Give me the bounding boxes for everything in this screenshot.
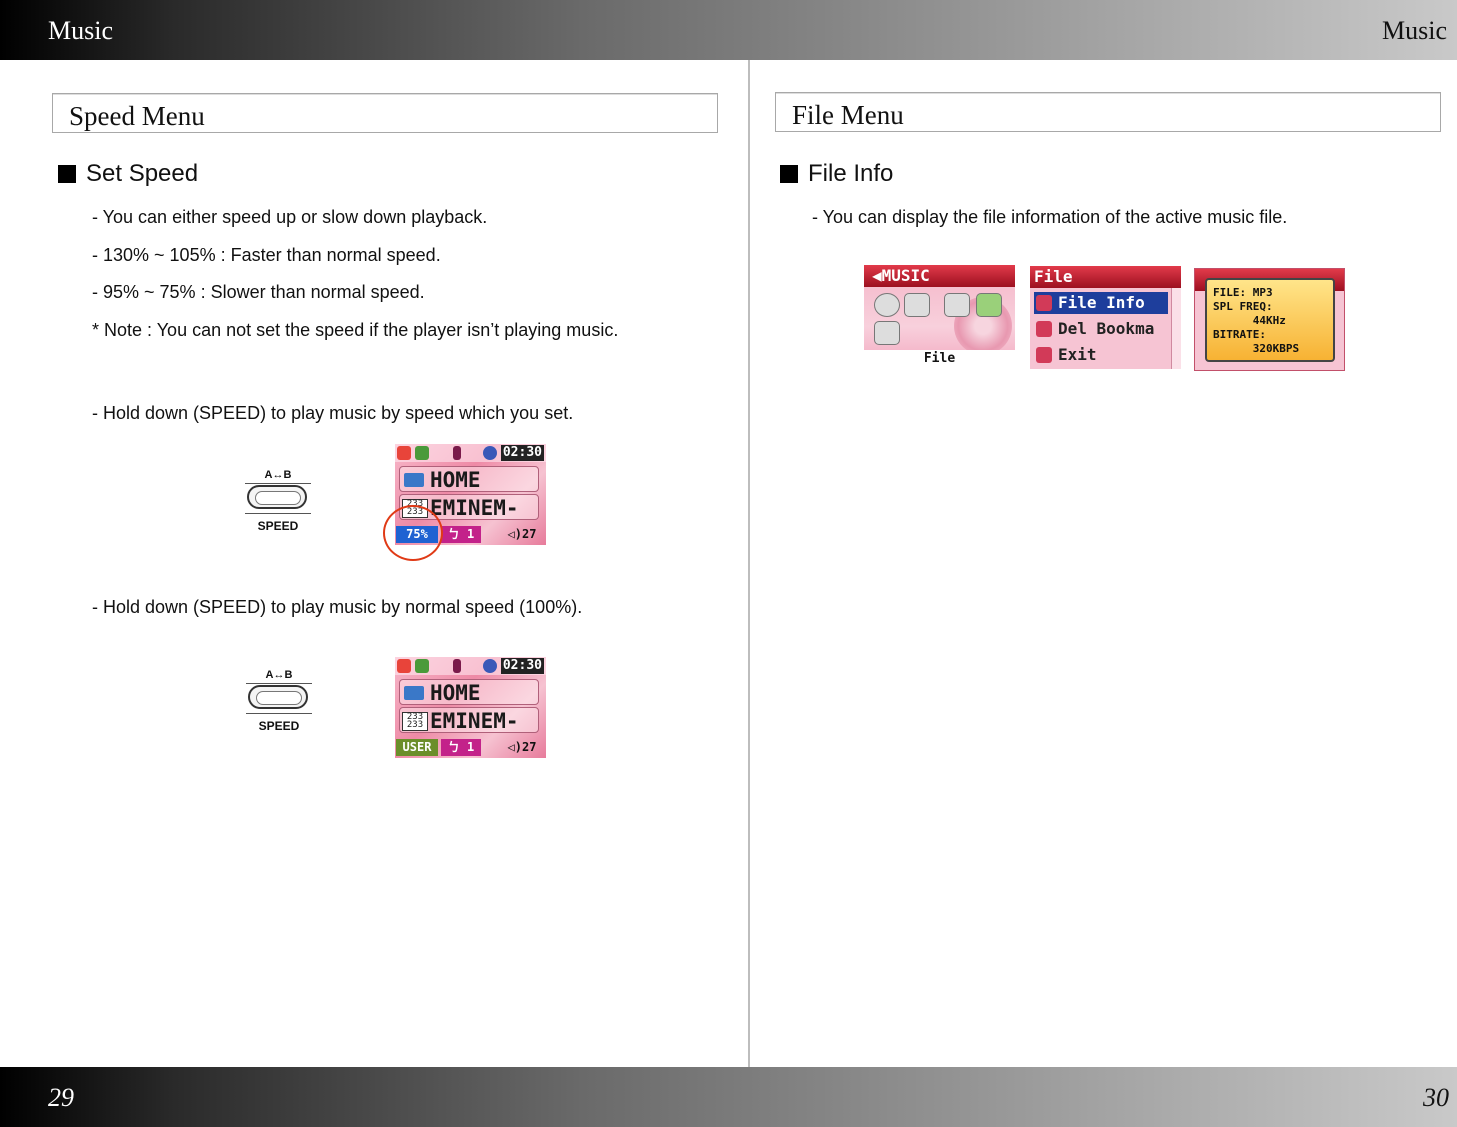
black-square-bullet-icon bbox=[58, 165, 76, 183]
menu-item-del-bookmark: Del Bookma bbox=[1034, 318, 1168, 340]
speed-line-3: - 95% ~ 75% : Slower than normal speed. bbox=[92, 282, 425, 302]
file-icon bbox=[976, 293, 1002, 317]
page-divider bbox=[748, 60, 750, 1067]
repeat-indicator: ㄅ 1 bbox=[441, 739, 481, 756]
exit-icon bbox=[874, 321, 900, 345]
battery-icon bbox=[415, 659, 429, 673]
speed-note: * Note : You can not set the speed if th… bbox=[92, 320, 619, 340]
hold-speed-normal-text: - Hold down (SPEED) to play music by nor… bbox=[92, 597, 583, 617]
disc-icon bbox=[874, 293, 900, 317]
player-screen-normal: 02:30 HOME 233 233 EMINEM- USER ㄅ 1 ◁)27 bbox=[395, 657, 546, 758]
ab-label: A↔B bbox=[265, 669, 293, 681]
bottom-footer-bar bbox=[0, 1067, 1457, 1127]
folder-name: HOME bbox=[430, 468, 481, 492]
button-rule bbox=[245, 513, 311, 514]
music-menu-screen: ◀MUSIC File bbox=[864, 265, 1015, 368]
button-rule bbox=[246, 683, 312, 684]
speed-label: SPEED bbox=[258, 719, 300, 733]
popup-line-bitrate-label: BITRATE: bbox=[1213, 328, 1266, 341]
speed-line-1: - You can either speed up or slow down p… bbox=[92, 207, 488, 227]
settings-icon bbox=[944, 293, 970, 317]
repeat-indicator: ㄅ 1 bbox=[441, 526, 481, 543]
popup-line-file: FILE: MP3 bbox=[1213, 286, 1273, 299]
music-icon bbox=[397, 659, 411, 673]
disc-icon bbox=[483, 446, 497, 460]
menu-scrollbar bbox=[1171, 288, 1181, 369]
file-menu-section-title: File Menu bbox=[775, 92, 1441, 132]
menu-item-exit: Exit bbox=[1034, 344, 1168, 366]
speed-button-illustration-2: A↔B SPEED bbox=[243, 669, 315, 739]
music-menu-footer: File bbox=[864, 350, 1015, 368]
track-row: 233 233 EMINEM- bbox=[399, 707, 539, 733]
button-rule bbox=[246, 713, 312, 714]
popup-line-freq-value: 44KHz bbox=[1213, 314, 1286, 327]
page-number-left: 29 bbox=[48, 1083, 74, 1112]
top-header-bar: Music Music bbox=[0, 0, 1457, 60]
folder-icon bbox=[404, 686, 424, 700]
speed-line-2: - 130% ~ 105% : Faster than normal speed… bbox=[92, 245, 441, 265]
folder-row: HOME bbox=[399, 679, 539, 705]
speed-menu-section-title: Speed Menu bbox=[52, 93, 718, 133]
music-menu-title: ◀MUSIC bbox=[864, 265, 1015, 287]
hold-speed-set-text: - Hold down (SPEED) to play music by spe… bbox=[92, 403, 574, 423]
popup-line-freq-label: SPL FREQ: bbox=[1213, 300, 1273, 313]
folder-row: HOME bbox=[399, 466, 539, 492]
folder-name: HOME bbox=[430, 681, 481, 705]
header-right-title: Music bbox=[1382, 16, 1447, 45]
file-info-heading-text: File Info bbox=[808, 160, 894, 187]
file-menu-title: File bbox=[1030, 266, 1181, 288]
monitor-icon bbox=[904, 293, 930, 317]
highlight-circle bbox=[383, 505, 443, 561]
volume-indicator: ◁)27 bbox=[507, 740, 537, 754]
disc-icon bbox=[483, 659, 497, 673]
file-menu-screen: File File Info Del Bookma Exit bbox=[1030, 266, 1181, 369]
file-info-screen: FILE: MP3 SPL FREQ: 44KHz BITRATE: 320KB… bbox=[1194, 268, 1345, 371]
header-left-title: Music bbox=[48, 16, 113, 45]
popup-line-bitrate-value: 320KBPS bbox=[1213, 342, 1300, 355]
set-speed-heading: Set Speed bbox=[58, 160, 198, 188]
menu-item-file-info: File Info bbox=[1034, 292, 1168, 314]
button-rule bbox=[245, 483, 311, 484]
set-speed-heading-text: Set Speed bbox=[86, 160, 199, 187]
play-icon bbox=[453, 446, 461, 460]
speed-button-illustration-1: A↔B SPEED bbox=[242, 469, 314, 539]
file-info-heading: File Info bbox=[780, 160, 893, 188]
track-number-icon: 233 233 bbox=[402, 712, 428, 731]
black-square-bullet-icon bbox=[780, 165, 798, 183]
file-info-popup: FILE: MP3 SPL FREQ: 44KHz BITRATE: 320KB… bbox=[1205, 278, 1335, 362]
speed-button-icon bbox=[247, 485, 307, 509]
music-icon bbox=[397, 446, 411, 460]
elapsed-time: 02:30 bbox=[500, 658, 544, 674]
elapsed-time: 02:30 bbox=[500, 445, 544, 461]
file-info-line: - You can display the file information o… bbox=[812, 207, 1288, 227]
battery-icon bbox=[415, 446, 429, 460]
speed-button-icon bbox=[248, 685, 308, 709]
track-name: EMINEM- bbox=[430, 709, 519, 733]
speed-label: SPEED bbox=[257, 519, 299, 533]
folder-icon bbox=[404, 473, 424, 487]
ab-label: A↔B bbox=[264, 469, 292, 481]
eq-indicator: USER bbox=[396, 739, 438, 756]
volume-indicator: ◁)27 bbox=[507, 527, 537, 541]
page-number-right: 30 bbox=[1423, 1083, 1449, 1112]
play-icon bbox=[453, 659, 461, 673]
track-name: EMINEM- bbox=[430, 496, 519, 520]
